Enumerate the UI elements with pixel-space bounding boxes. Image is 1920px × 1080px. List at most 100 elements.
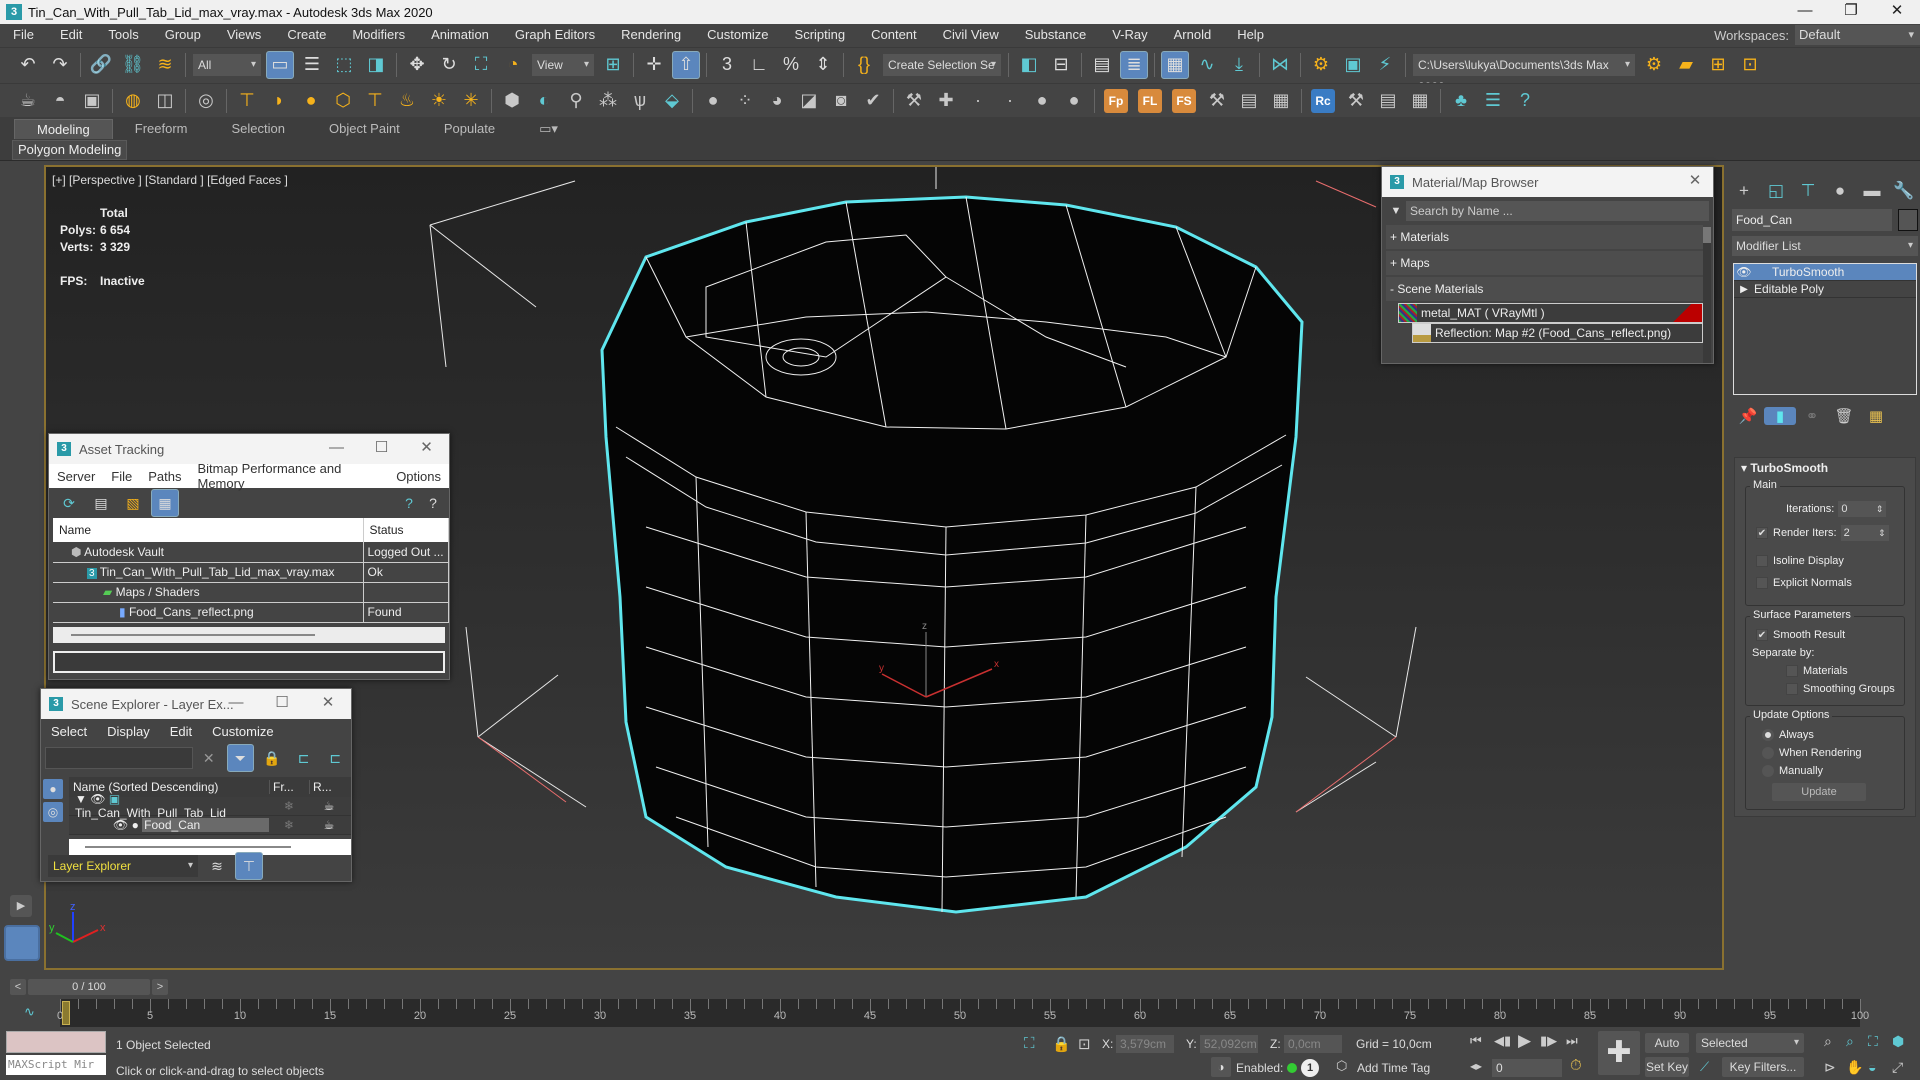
utilities-tab-icon[interactable]: 🔧 bbox=[1888, 181, 1920, 201]
table-row[interactable]: ⬢ Autodesk Vault Logged Out ... bbox=[53, 542, 449, 563]
disabled-dot-b-icon[interactable]: · bbox=[996, 87, 1024, 115]
menu-edit[interactable]: Edit bbox=[47, 24, 95, 46]
horizontal-scrollbar[interactable] bbox=[53, 626, 445, 643]
tab-object-paint[interactable]: Object Paint bbox=[307, 119, 422, 139]
green-grid-icon[interactable]: ▦ bbox=[1267, 87, 1295, 115]
angle-snap-icon[interactable]: ∟ bbox=[745, 51, 773, 79]
minimize-button[interactable]: — bbox=[314, 434, 359, 464]
project-structure-icon[interactable]: ⊞ bbox=[1704, 51, 1732, 79]
render-teapot-icon[interactable]: ☕ bbox=[309, 799, 349, 813]
vray-proxy-icon[interactable]: ⬢ bbox=[498, 87, 526, 115]
zoom-extents-icon[interactable]: ⛶ bbox=[1868, 1033, 1878, 1050]
maximize-button[interactable]: ☐ bbox=[259, 689, 305, 719]
disabled-sphere-icon[interactable]: ● bbox=[1060, 87, 1088, 115]
zoom-icon[interactable]: ⌕ bbox=[1824, 1033, 1832, 1050]
toggle-ribbon-icon[interactable]: ▦ bbox=[1161, 50, 1189, 79]
tab-selection[interactable]: Selection bbox=[210, 119, 307, 139]
menu-group[interactable]: Group bbox=[152, 24, 214, 46]
next-key-icon[interactable]: ▮▶ bbox=[1540, 1033, 1557, 1049]
disabled-circle-icon[interactable]: ● bbox=[1028, 87, 1056, 115]
placement-icon[interactable]: ◔ bbox=[499, 51, 527, 79]
manually-radio[interactable] bbox=[1762, 765, 1774, 777]
menu-content[interactable]: Content bbox=[858, 24, 930, 46]
y-coordinate-field[interactable]: 52,092cm bbox=[1200, 1035, 1258, 1053]
schematic-view-icon[interactable]: ⋈ bbox=[1266, 51, 1294, 79]
spinner-snap-icon[interactable]: ⇕ bbox=[809, 51, 837, 79]
time-slider-handle[interactable]: 0 / 100 bbox=[28, 979, 150, 995]
render-production-icon[interactable]: ⚡ bbox=[1371, 51, 1399, 79]
f-lod-icon[interactable]: FL bbox=[1138, 88, 1162, 113]
display-tab-icon[interactable]: ▬ bbox=[1856, 181, 1888, 201]
menu-vray[interactable]: V-Ray bbox=[1099, 24, 1160, 46]
add-time-tag[interactable]: Add Time Tag bbox=[1357, 1061, 1430, 1075]
list-grid-icon[interactable]: ▤ bbox=[1235, 87, 1263, 115]
vertical-scrollbar[interactable] bbox=[1703, 227, 1711, 363]
render-iters-spinner[interactable]: 2 bbox=[1840, 525, 1889, 541]
unlink-icon[interactable]: ⛓ bbox=[119, 51, 147, 79]
menu-create[interactable]: Create bbox=[274, 24, 339, 46]
select-object-icon[interactable]: ▭ bbox=[266, 50, 294, 79]
key-mode-dropdown[interactable]: Selected bbox=[1696, 1033, 1804, 1053]
explorer-type-dropdown[interactable]: Layer Explorer bbox=[48, 855, 198, 877]
x-coordinate-field[interactable]: 3,579cm bbox=[1116, 1035, 1174, 1053]
dope-sheet-icon[interactable]: ⤓ bbox=[1225, 51, 1253, 79]
percent-snap-icon[interactable]: % bbox=[777, 51, 805, 79]
search-options-icon[interactable]: ▼ bbox=[1386, 205, 1406, 217]
filter-icon[interactable]: ⏷ bbox=[226, 744, 255, 772]
menu-customize[interactable]: Customize bbox=[694, 24, 781, 46]
link-icon[interactable]: 🔗 bbox=[87, 51, 115, 79]
isoline-display-checkbox[interactable] bbox=[1756, 555, 1768, 567]
help-icon[interactable]: ? bbox=[419, 489, 447, 517]
tree-row[interactable]: ▼ 👁 ▣ Tin_Can_With_Pull_Tab_Lid ❄ ☕ bbox=[69, 792, 351, 820]
enabled-count-badge[interactable]: 1 bbox=[1301, 1059, 1319, 1077]
window-crossing-icon[interactable]: ◨ bbox=[362, 51, 390, 79]
menu-file[interactable]: File bbox=[0, 24, 47, 46]
menu-file[interactable]: File bbox=[103, 469, 140, 484]
section-scene-materials[interactable]: - Scene Materials bbox=[1386, 277, 1703, 301]
smoothing-groups-checkbox[interactable] bbox=[1786, 683, 1798, 695]
smooth-result-checkbox[interactable]: ✔ bbox=[1756, 629, 1768, 641]
expand-icon[interactable]: ▶ bbox=[10, 895, 32, 917]
forest-icon[interactable]: ♣ bbox=[1447, 87, 1475, 115]
map-item[interactable]: Reflection: Map #2 (Food_Cans_reflect.pn… bbox=[1412, 323, 1703, 343]
hierarchy-icon[interactable]: ⊏ bbox=[290, 744, 318, 772]
menu-scripting[interactable]: Scripting bbox=[782, 24, 859, 46]
minimize-button[interactable]: — bbox=[1782, 0, 1828, 24]
render-setup-icon[interactable]: ⚙ bbox=[1307, 51, 1335, 79]
table-view-icon[interactable]: ▦ bbox=[151, 489, 179, 517]
trackbar[interactable]: ∿ 0 5 10 15 20 25 30 35 40 45 50 55 60 65 70 75 80 85 90 95… bbox=[0, 999, 1920, 1027]
help-icon[interactable]: ? bbox=[1511, 87, 1539, 115]
reference-coordinate-dropdown[interactable]: View bbox=[532, 53, 594, 76]
menu-views[interactable]: Views bbox=[214, 24, 274, 46]
tab-populate[interactable]: Populate bbox=[422, 119, 517, 139]
hierarchy-tab-icon[interactable]: ⊤ bbox=[1792, 181, 1824, 201]
menu-civil-view[interactable]: Civil View bbox=[930, 24, 1012, 46]
vray-vfb-icon[interactable]: ◙ bbox=[827, 87, 855, 115]
vray-lister-icon[interactable]: ♨ bbox=[393, 87, 421, 115]
render-iters-checkbox[interactable]: ✔ bbox=[1756, 527, 1768, 539]
vray-fur-icon[interactable]: ◐ bbox=[530, 87, 558, 115]
keyboard-shortcut-override-icon[interactable]: ⇧ bbox=[672, 50, 700, 79]
undo-icon[interactable]: ↶ bbox=[14, 51, 42, 79]
close-button[interactable]: ✕ bbox=[1677, 167, 1713, 197]
always-radio[interactable] bbox=[1762, 729, 1774, 741]
vray-instancer-icon[interactable]: ⁂ bbox=[594, 87, 622, 115]
rotate-icon[interactable]: ↻ bbox=[435, 51, 463, 79]
tab-modeling[interactable]: Modeling bbox=[14, 119, 113, 139]
tree-row[interactable]: 👁 ● Food_Can ❄ ☕ bbox=[69, 816, 351, 835]
make-unique-icon[interactable]: ⚭ bbox=[1796, 407, 1828, 425]
layer-explorer-icon[interactable]: ≣ bbox=[1120, 50, 1148, 79]
menu-server[interactable]: Server bbox=[49, 469, 103, 484]
remove-modifier-icon[interactable]: 🗑 bbox=[1828, 407, 1860, 425]
scale-icon[interactable]: ⛶ bbox=[467, 51, 495, 79]
section-materials[interactable]: + Materials bbox=[1386, 225, 1703, 249]
asset-tracking-titlebar[interactable]: 3 Asset Tracking — ☐ ✕ bbox=[49, 434, 449, 464]
menu-graph-editors[interactable]: Graph Editors bbox=[502, 24, 608, 46]
stack-item-turbosmooth[interactable]: 👁 TurboSmooth bbox=[1734, 264, 1916, 281]
table-row[interactable]: 3 Tin_Can_With_Pull_Tab_Lid_max_vray.max… bbox=[53, 562, 449, 583]
materials-checkbox[interactable] bbox=[1786, 665, 1798, 677]
freeze-icon[interactable]: ❄ bbox=[269, 799, 309, 813]
when-rendering-radio[interactable] bbox=[1762, 747, 1774, 759]
tools-icon[interactable]: ⚒ bbox=[1203, 87, 1231, 115]
vray-verify-icon[interactable]: ✔ bbox=[859, 87, 887, 115]
